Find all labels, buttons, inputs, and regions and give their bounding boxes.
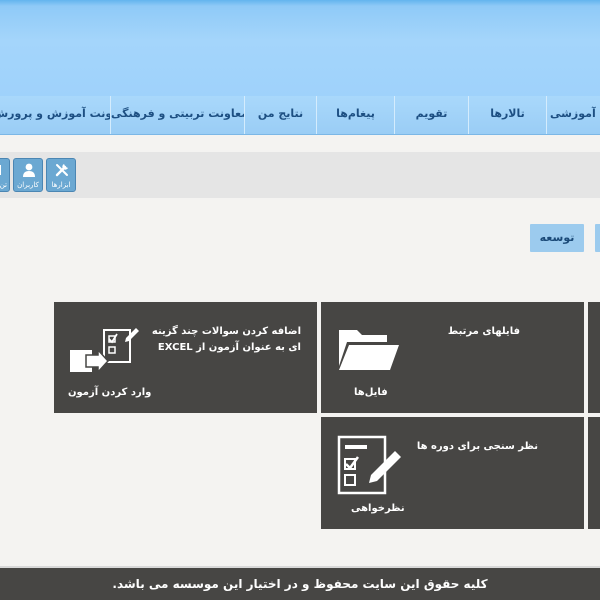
edge-button[interactable]	[595, 224, 600, 252]
nav-item-messages[interactable]: پیغام‌ها	[316, 96, 394, 134]
users-icon	[23, 163, 35, 177]
tile-exam-name: وارد کردن آزمون	[68, 387, 152, 398]
tile-files-title: فایلهای مرتبط	[447, 326, 520, 337]
tile-survey-name: نظرخواهی	[351, 503, 405, 514]
exam-import-icon	[70, 328, 139, 374]
survey-icon	[337, 435, 401, 495]
tool-button-tools[interactable]: ابزارها	[46, 158, 76, 192]
tile-partial-bottom[interactable]	[588, 417, 600, 529]
toolbar: ابزارها کاربران تن	[0, 152, 600, 198]
tool-label-partial: تن	[0, 181, 7, 189]
tile-import-exam[interactable]: اضافه کردن سوالات چند گزینه ای به عنوان …	[54, 302, 317, 413]
tile-files[interactable]: فایلهای مرتبط فایل‌ها	[321, 302, 584, 413]
nav-item-cultural[interactable]: معاونت تربیتی و فرهنگی	[110, 96, 244, 134]
tool-label-users: کاربران	[17, 181, 39, 189]
nav-item-education[interactable]: معاونت آموزش و پرورش	[0, 96, 110, 134]
nav-item-forums[interactable]: تالارها	[468, 96, 546, 134]
nav-item-educational[interactable]: مه آموزشی	[546, 96, 600, 134]
folder-icon	[339, 330, 399, 370]
tile-survey[interactable]: نظر سنجی برای دوره ها نظرخواهی	[321, 417, 584, 529]
main-nav: معاونت آموزش و پرورش معاونت تربیتی و فره…	[0, 96, 600, 135]
tile-exam-title: اضافه کردن سوالات چند گزینه ای به عنوان …	[151, 326, 301, 353]
tile-files-name: فایل‌ها	[354, 387, 388, 398]
tool-button-partial[interactable]: تن	[0, 158, 10, 192]
tool-button-users[interactable]: کاربران	[13, 158, 43, 192]
develop-button[interactable]: توسعه	[530, 224, 584, 252]
partial-icon	[0, 165, 1, 175]
tools-icon	[55, 164, 68, 177]
footer-copyright: کلیه حقوق این سایت محفوظ و در اختیار این…	[0, 566, 600, 600]
tool-label-tools: ابزارها	[51, 181, 71, 189]
tile-partial-top[interactable]	[588, 302, 600, 413]
header-banner	[0, 0, 600, 96]
nav-item-calendar[interactable]: تقویم	[394, 96, 468, 134]
nav-item-my-results[interactable]: نتایج من	[244, 96, 316, 134]
tile-survey-title: نظر سنجی برای دوره ها	[416, 441, 538, 452]
